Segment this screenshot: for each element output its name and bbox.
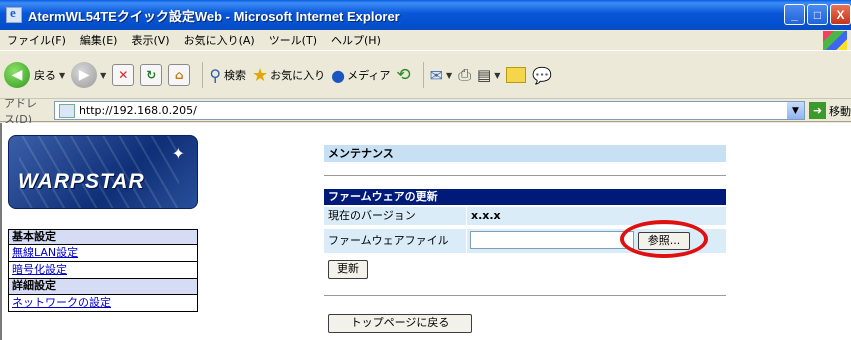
star-icon: ✦ [171, 144, 185, 163]
media-icon: ● [331, 65, 346, 85]
media-button[interactable]: ● メディア [331, 66, 390, 85]
favorites-label: お気に入り [270, 69, 326, 82]
chevron-down-icon[interactable]: ▼ [787, 102, 804, 119]
warpstar-logo: ✦ WARPSTAR [8, 135, 198, 209]
sidebar: ✦ WARPSTAR 基本設定 無線LAN設定 暗号化設定 詳細設定 ネットワー… [8, 135, 198, 312]
forward-arrow-icon: ▶ [71, 62, 98, 88]
menu-bar: ファイル(F) 編集(E) 表示(V) お気に入り(A) ツール(T) ヘルプ(… [0, 30, 851, 51]
maximize-button[interactable]: □ [807, 4, 828, 25]
go-arrow-icon: ➜ [809, 102, 826, 119]
minimize-button[interactable]: _ [784, 4, 805, 25]
menu-view[interactable]: 表示(V) [124, 32, 176, 48]
firmware-file-label: ファームウェアファイル [324, 229, 467, 253]
back-arrow-icon: ◀ [4, 62, 30, 88]
divider [324, 175, 726, 176]
version-label: 現在のバージョン [324, 207, 467, 225]
search-icon: ⚲ [209, 65, 222, 85]
update-button[interactable]: 更新 [328, 260, 368, 279]
menu-edit[interactable]: 編集(E) [73, 32, 125, 48]
search-button[interactable]: ⚲ 検索 [209, 66, 246, 85]
menu-help[interactable]: ヘルプ(H) [324, 32, 388, 48]
page-content: ✦ WARPSTAR 基本設定 無線LAN設定 暗号化設定 詳細設定 ネットワー… [0, 123, 851, 340]
favorites-button[interactable]: ★ お気に入り [252, 65, 325, 86]
chevron-down-icon: ▼ [59, 70, 66, 80]
address-url: http://192.168.0.205/ [78, 104, 197, 117]
nav-item-network[interactable]: ネットワークの設定 [8, 295, 198, 312]
stop-icon[interactable]: ✕ [112, 64, 135, 86]
nav-item-wireless-lan[interactable]: 無線LAN設定 [8, 245, 198, 262]
highlight-circle [620, 220, 708, 258]
page-icon [58, 103, 75, 118]
forward-button[interactable]: ▶ ▼ [71, 62, 106, 88]
menu-file[interactable]: ファイル(F) [0, 32, 73, 48]
window-titlebar: AtermWL54TEクイック設定Web - Microsoft Interne… [0, 0, 851, 30]
media-label: メディア [347, 69, 391, 82]
edit-icon[interactable]: ▤ ▼ [477, 66, 500, 84]
nav-item-encryption[interactable]: 暗号化設定 [8, 262, 198, 279]
go-button[interactable]: ➜ 移動 [809, 102, 851, 119]
search-label: 検索 [224, 69, 247, 82]
go-label: 移動 [829, 104, 851, 118]
menu-favorites[interactable]: お気に入り(A) [177, 32, 262, 48]
chevron-down-icon: ▼ [100, 70, 107, 80]
menu-tools[interactable]: ツール(T) [262, 32, 324, 48]
window-controls: _ □ X [784, 4, 851, 25]
mail-icon[interactable]: ✉ ▼ [430, 66, 453, 85]
address-input[interactable]: http://192.168.0.205/ ▼ [53, 101, 805, 120]
window-title: AtermWL54TEクイック設定Web - Microsoft Interne… [28, 8, 400, 24]
home-icon[interactable]: ⌂ [168, 64, 191, 86]
toolbar-separator [422, 62, 424, 88]
firmware-file-input[interactable] [470, 231, 634, 249]
nav-header-basic: 基本設定 [8, 229, 198, 245]
address-bar: アドレス(D) http://192.168.0.205/ ▼ ➜ 移動 [0, 97, 851, 126]
logo-text: WARPSTAR [18, 170, 145, 193]
messenger-icon[interactable]: 💬 [532, 66, 552, 85]
history-icon[interactable]: ⟲ [396, 65, 410, 85]
back-button[interactable]: ◀ 戻る ▼ [4, 62, 65, 88]
nav-header-advanced: 詳細設定 [8, 279, 198, 295]
toolbar-separator [202, 62, 204, 88]
print-icon[interactable]: ⎙ [458, 65, 471, 85]
divider [324, 295, 726, 296]
folder-icon[interactable] [506, 67, 527, 83]
back-label: 戻る [34, 69, 56, 82]
address-label: アドレス(D) [4, 96, 37, 126]
star-icon: ★ [252, 64, 269, 86]
version-value: x.x.x [471, 209, 501, 222]
top-page-button[interactable]: トップページに戻る [328, 314, 472, 333]
firmware-header: ファームウェアの更新 [324, 189, 726, 205]
section-title: メンテナンス [324, 145, 726, 162]
windows-logo-icon [823, 31, 847, 50]
toolbar: ◀ 戻る ▼ ▶ ▼ ✕ ↻ ⌂ ⚲ 検索 ★ お気に入り ● メディア ⟲ ✉… [0, 52, 851, 99]
close-button[interactable]: X [830, 4, 851, 25]
ie-icon [6, 5, 22, 23]
refresh-icon[interactable]: ↻ [140, 64, 163, 86]
